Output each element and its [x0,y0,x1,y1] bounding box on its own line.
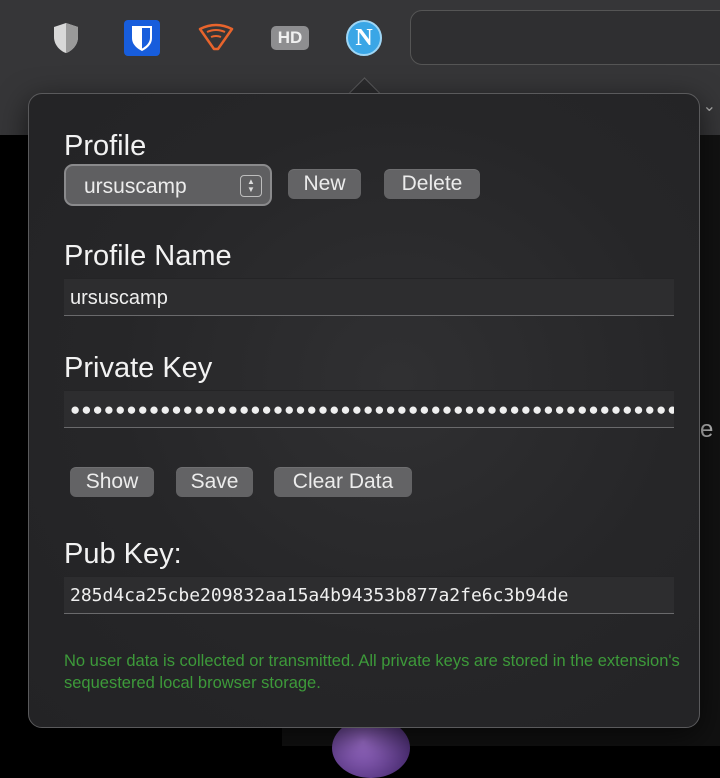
shield-icon[interactable] [46,18,86,58]
new-profile-button[interactable]: New [288,169,361,199]
select-stepper-icon: ▲ ▼ [240,175,262,197]
pub-key-label: Pub Key: [64,538,182,570]
save-button[interactable]: Save [176,467,253,497]
show-key-button[interactable]: Show [70,467,154,497]
profile-select[interactable]: ursuscamp ▲ ▼ [64,164,272,206]
wifi-icon[interactable] [196,18,236,58]
hd-icon[interactable]: HD [270,18,310,58]
pub-key-field[interactable]: 285d4ca25cbe209832aa15a4b94353b877a2fe6c… [64,576,674,614]
bitwarden-icon[interactable] [122,18,162,58]
profile-name-label: Profile Name [64,240,232,272]
nostr-icon[interactable]: N [344,18,384,58]
background-text-fragment: e [700,416,714,443]
profile-label: Profile [64,130,147,162]
chevron-down-icon[interactable]: ⌄ [703,96,716,116]
address-bar[interactable] [410,10,720,65]
delete-profile-button[interactable]: Delete [384,169,480,199]
clear-data-button[interactable]: Clear Data [274,467,412,497]
private-key-label: Private Key [64,352,213,384]
private-key-input[interactable]: ●●●●●●●●●●●●●●●●●●●●●●●●●●●●●●●●●●●●●●●●… [64,390,674,428]
profile-name-input[interactable]: ursuscamp [64,278,674,316]
privacy-note: No user data is collected or transmitted… [64,652,680,692]
profile-select-value: ursuscamp [84,175,187,198]
